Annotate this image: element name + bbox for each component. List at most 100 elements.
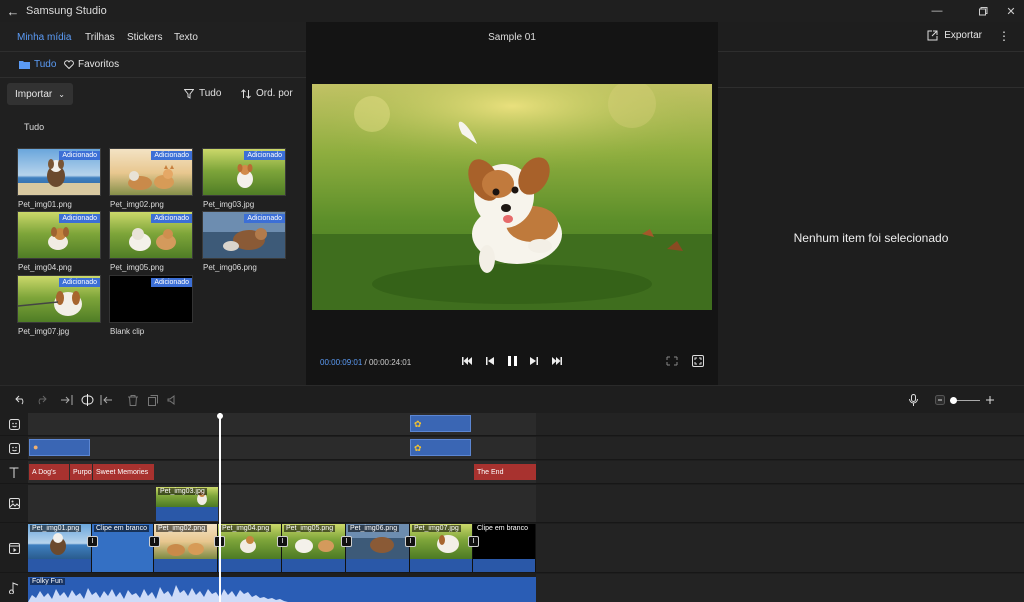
transition-icon[interactable]: I (341, 536, 352, 547)
more-options-icon[interactable]: ⋮ (998, 29, 1010, 43)
video-clip[interactable]: Pet_img02.png (154, 524, 218, 572)
filter-button[interactable]: Tudo (184, 88, 221, 99)
media-thumb-name: Pet_img01.png (18, 200, 72, 209)
media-thumb-name: Pet_img06.png (203, 263, 257, 272)
filter-button-label: Tudo (199, 88, 222, 99)
transition-icon[interactable]: I (405, 536, 416, 547)
sticker-clip[interactable]: ● (29, 439, 90, 456)
audio-clip-label: Folky Fun (30, 578, 65, 585)
fullscreen-icon[interactable] (691, 354, 705, 368)
video-clip-label: Pet_img05.png (284, 525, 336, 532)
added-badge: Adicionado (151, 151, 192, 160)
added-badge: Adicionado (59, 214, 100, 223)
text-clip[interactable]: The End (474, 464, 536, 480)
video-clip-label: Pet_img06.png (348, 525, 400, 532)
redo-icon[interactable] (34, 393, 48, 407)
media-thumb-blank[interactable]: Adicionado (109, 275, 193, 323)
back-arrow-icon[interactable]: ← (0, 4, 26, 19)
skip-to-end-icon[interactable] (550, 354, 564, 368)
undo-icon[interactable] (14, 393, 28, 407)
media-thumb[interactable]: Adicionado (17, 275, 101, 323)
timeline-toolbar (0, 385, 1024, 413)
sticker-thumb-icon: ✿ (414, 443, 422, 453)
close-icon[interactable]: ✕ (994, 0, 1024, 22)
volume-icon[interactable] (165, 393, 179, 407)
duplicate-icon[interactable] (146, 393, 160, 407)
playhead-handle[interactable] (217, 413, 223, 419)
sort-button-label: Ord. por (256, 88, 293, 99)
video-clip-blank[interactable]: Clipe em branco (473, 524, 536, 572)
media-panel: Minha mídia Trilhas Stickers Texto Tudo … (0, 22, 306, 385)
timeline: ✿ ● ✿ A Dog's Purpo Sweet Memories The E… (0, 413, 1024, 602)
video-clip[interactable]: Pet_img04.png (218, 524, 282, 572)
overlay-clip[interactable]: Pet_img03.jpg (156, 487, 218, 521)
clip-bar (410, 559, 472, 572)
zoom-out-button[interactable] (933, 393, 947, 407)
video-icon (8, 542, 20, 554)
video-clip[interactable]: Pet_img06.png (346, 524, 410, 572)
track-divider (0, 483, 1024, 484)
aspect-ratio-icon[interactable] (665, 354, 679, 368)
media-thumb[interactable]: Adicionado (109, 148, 193, 196)
overlay-track[interactable] (28, 485, 536, 522)
export-button[interactable]: Exportar (927, 30, 982, 41)
previous-frame-icon[interactable] (483, 354, 497, 368)
transition-icon[interactable]: I (87, 536, 98, 547)
media-thumb[interactable]: Adicionado (17, 211, 101, 259)
filter-favorites[interactable]: Favoritos (64, 59, 119, 70)
track-empty-area (536, 437, 1024, 459)
sticker-clip[interactable]: ✿ (410, 415, 471, 432)
sticker-clip[interactable]: ✿ (410, 439, 471, 456)
tab-stickers[interactable]: Stickers (127, 32, 163, 43)
clip-bar (154, 559, 217, 572)
filter-all[interactable]: Tudo (19, 59, 56, 70)
playhead[interactable] (219, 413, 221, 602)
media-thumb[interactable]: Adicionado (202, 148, 286, 196)
overlay-clip-label: Pet_img03.jpg (158, 488, 207, 495)
trim-left-icon[interactable] (99, 393, 113, 407)
media-thumb[interactable]: Adicionado (109, 211, 193, 259)
text-clip[interactable]: A Dog's (29, 464, 69, 480)
transition-icon[interactable]: I (149, 536, 160, 547)
video-clip[interactable]: Pet_img07.jpg (410, 524, 473, 572)
transition-icon[interactable]: I (468, 536, 479, 547)
video-clip-blank[interactable]: Clipe em branco (92, 524, 154, 572)
delete-icon[interactable] (126, 393, 140, 407)
text-clip[interactable]: Purpo (70, 464, 92, 480)
tab-tracks[interactable]: Trilhas (85, 32, 115, 43)
zoom-in-button[interactable] (983, 393, 997, 407)
media-thumb-name: Pet_img02.png (110, 200, 164, 209)
import-button[interactable]: Importar ⌄ (7, 83, 73, 105)
sticker-track-header (0, 437, 28, 459)
clip-bar (218, 559, 281, 572)
next-frame-icon[interactable] (527, 354, 541, 368)
split-icon[interactable] (80, 393, 94, 407)
app-title: Samsung Studio (26, 5, 107, 17)
video-clip[interactable]: Pet_img05.png (282, 524, 346, 572)
tab-text[interactable]: Texto (174, 32, 198, 43)
media-thumb[interactable]: Adicionado (17, 148, 101, 196)
track-divider (0, 435, 1024, 436)
media-thumb[interactable]: Adicionado (202, 211, 286, 259)
text-clip[interactable]: Sweet Memories (93, 464, 154, 480)
audio-clip[interactable]: Folky Fun (28, 577, 536, 602)
transition-icon[interactable]: I (277, 536, 288, 547)
zoom-slider-thumb[interactable] (950, 397, 957, 404)
video-clip[interactable]: Pet_img01.png (28, 524, 92, 572)
minimize-icon[interactable]: — (920, 0, 954, 22)
sort-icon (241, 88, 251, 99)
clip-bar (282, 559, 345, 572)
video-track-header (0, 524, 28, 572)
track-empty-area (536, 574, 1024, 602)
skip-to-start-icon[interactable] (460, 354, 474, 368)
microphone-icon[interactable] (906, 393, 920, 407)
inspector-header: Exportar ⋮ (718, 22, 1024, 52)
pause-icon[interactable] (505, 354, 519, 368)
project-title: Sample 01 (488, 32, 536, 43)
tab-my-media[interactable]: Minha mídia (17, 32, 71, 43)
trim-right-icon[interactable] (60, 393, 74, 407)
sort-button[interactable]: Ord. por (241, 88, 293, 99)
preview-frame[interactable] (312, 84, 712, 310)
sticker-thumb-icon: ✿ (414, 419, 422, 429)
text-icon (9, 467, 19, 478)
